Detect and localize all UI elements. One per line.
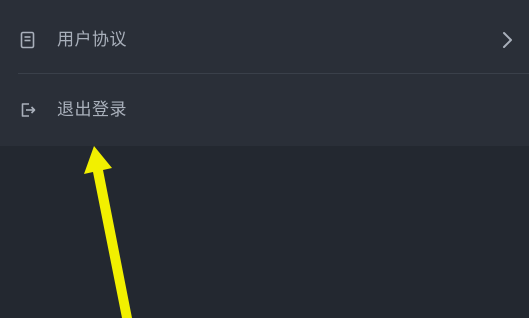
annotation-arrow <box>84 146 132 318</box>
